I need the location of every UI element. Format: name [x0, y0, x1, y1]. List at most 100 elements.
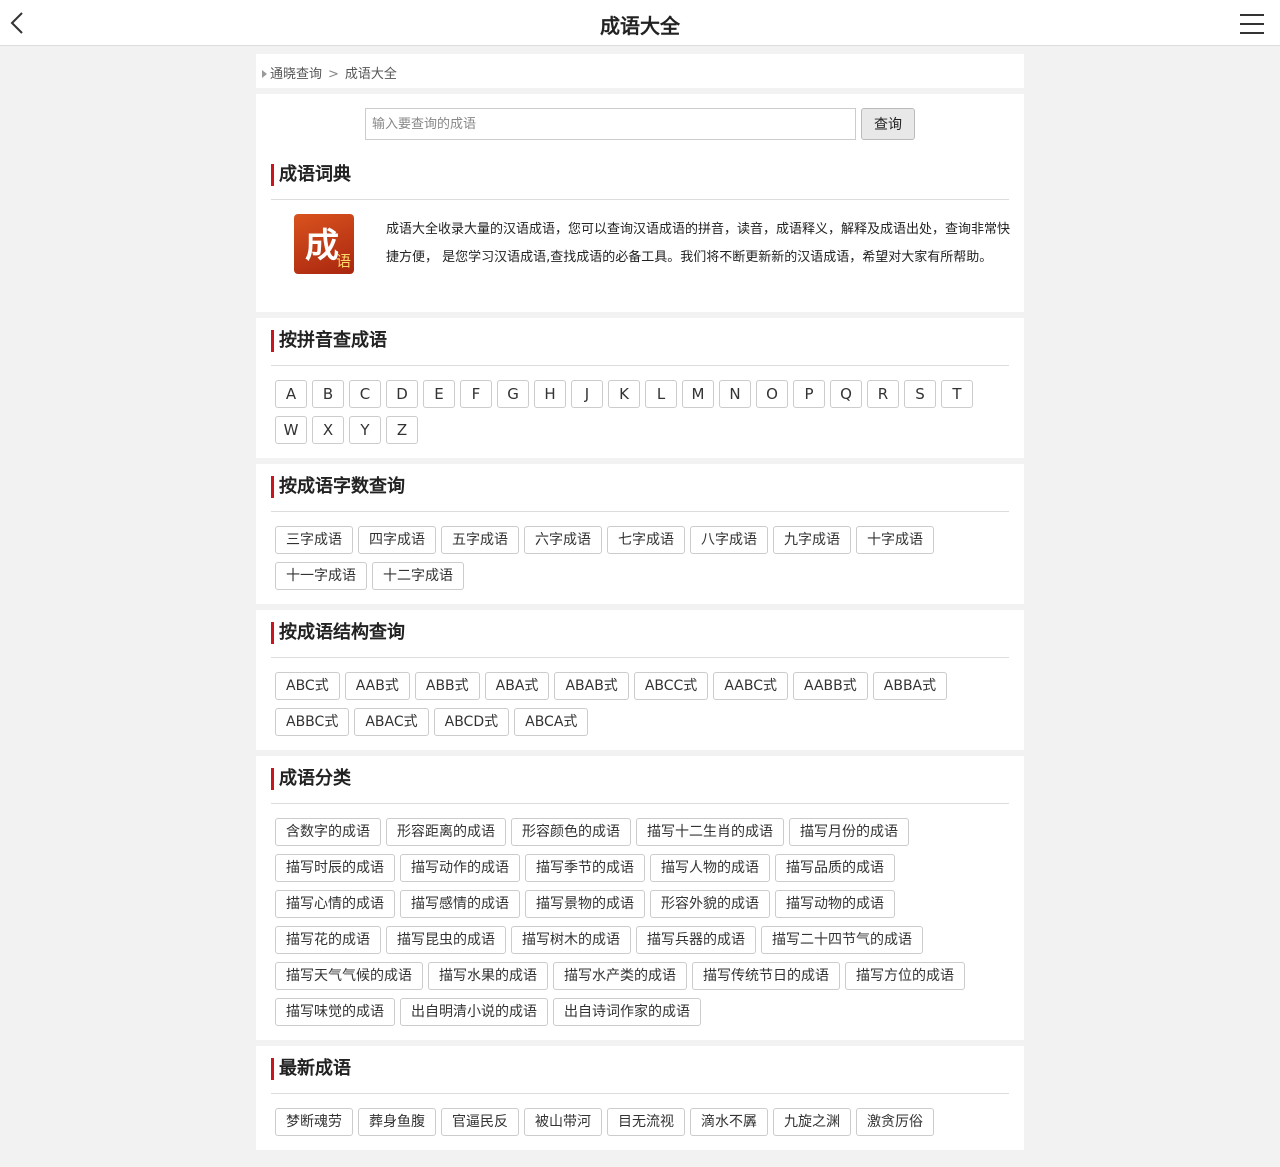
pinyin-letter-link[interactable]: L — [645, 380, 677, 408]
word-count-link[interactable]: 四字成语 — [358, 526, 436, 554]
category-link[interactable]: 描写景物的成语 — [525, 890, 645, 918]
latest-card: 最新成语 梦断魂劳 葬身鱼腹 官逼民反 被山带河 目无流视 滴水不羼 九旋之渊 激贪厉俗 — [256, 1046, 1024, 1150]
structure-link[interactable]: ABC式 — [275, 672, 340, 700]
category-link[interactable]: 形容距离的成语 — [386, 818, 506, 846]
pinyin-letter-link[interactable]: E — [423, 380, 455, 408]
pinyin-letter-link[interactable]: K — [608, 380, 640, 408]
pinyin-letter-link[interactable]: P — [793, 380, 825, 408]
structure-link[interactable]: ABCA式 — [514, 708, 589, 736]
structure-link[interactable]: ABB式 — [414, 672, 480, 700]
structure-link[interactable]: AABC式 — [713, 672, 788, 700]
latest-idiom-link[interactable]: 滴水不羼 — [690, 1108, 768, 1136]
category-link[interactable]: 描写水产类的成语 — [553, 962, 687, 990]
structure-link[interactable]: ABBA式 — [872, 672, 948, 700]
category-link[interactable]: 描写传统节日的成语 — [692, 962, 840, 990]
category-link[interactable]: 描写树木的成语 — [511, 926, 631, 954]
category-link[interactable]: 描写味觉的成语 — [275, 998, 395, 1026]
category-link[interactable]: 描写季节的成语 — [525, 854, 645, 882]
structure-link[interactable]: AABB式 — [793, 672, 868, 700]
pinyin-letter-link[interactable]: W — [275, 416, 307, 444]
pinyin-letter-link[interactable]: T — [941, 380, 973, 408]
pinyin-letter-link[interactable]: D — [386, 380, 418, 408]
category-link[interactable]: 描写昆虫的成语 — [386, 926, 506, 954]
search-card: 查询 成语词典 成 语 成语大全收录大量的汉语成语，您可以查询汉语成语的拼音，读… — [256, 94, 1024, 312]
word-count-link[interactable]: 十字成语 — [856, 526, 934, 554]
pinyin-letter-link[interactable]: O — [756, 380, 788, 408]
category-link[interactable]: 出自明清小说的成语 — [400, 998, 548, 1026]
pinyin-letter-link[interactable]: G — [497, 380, 529, 408]
latest-idiom-link[interactable]: 葬身鱼腹 — [358, 1108, 436, 1136]
category-link[interactable]: 描写动物的成语 — [775, 890, 895, 918]
structure-link[interactable]: ABAC式 — [354, 708, 429, 736]
category-link[interactable]: 描写水果的成语 — [428, 962, 548, 990]
pinyin-letter-link[interactable]: B — [312, 380, 344, 408]
word-count-link[interactable]: 六字成语 — [524, 526, 602, 554]
intro-text: 成语大全收录大量的汉语成语，您可以查询汉语成语的拼音，读音，成语释义，解释及成语… — [386, 222, 1011, 265]
structure-link[interactable]: ABBC式 — [275, 708, 350, 736]
structure-link[interactable]: ABCC式 — [633, 672, 709, 700]
latest-idiom-link[interactable]: 激贪厉俗 — [856, 1108, 934, 1136]
pinyin-letter-link[interactable]: F — [460, 380, 492, 408]
structure-link[interactable]: AAB式 — [344, 672, 410, 700]
pinyin-letter-link[interactable]: X — [312, 416, 344, 444]
latest-idiom-link[interactable]: 官逼民反 — [441, 1108, 519, 1136]
breadcrumb-current: 成语大全 — [344, 67, 397, 82]
pinyin-letter-link[interactable]: N — [719, 380, 751, 408]
category-link[interactable]: 描写时辰的成语 — [275, 854, 395, 882]
count-card: 按成语字数查询 三字成语 四字成语 五字成语 六字成语 七字成语 八字成语 九字成语 十字成语… — [256, 464, 1024, 604]
word-count-link[interactable]: 十一字成语 — [275, 562, 367, 590]
category-link[interactable]: 形容外貌的成语 — [650, 890, 770, 918]
structure-link[interactable]: ABA式 — [484, 672, 550, 700]
category-link[interactable]: 描写品质的成语 — [775, 854, 895, 882]
pinyin-letter-link[interactable]: R — [867, 380, 899, 408]
breadcrumb-home-link[interactable]: 通晓查询 — [270, 67, 322, 82]
pinyin-letter-link[interactable]: J — [571, 380, 603, 408]
category-link[interactable]: 描写二十四节气的成语 — [761, 926, 923, 954]
latest-idiom-link[interactable]: 被山带河 — [524, 1108, 602, 1136]
category-card: 成语分类 含数字的成语 形容距离的成语 形容颜色的成语 描写十二生肖的成语 描写月份的成… — [256, 756, 1024, 1040]
word-count-link[interactable]: 七字成语 — [607, 526, 685, 554]
search-input[interactable] — [365, 108, 856, 140]
latest-idiom-link[interactable]: 梦断魂劳 — [275, 1108, 353, 1136]
pinyin-letter-link[interactable]: C — [349, 380, 381, 408]
category-link[interactable]: 描写动作的成语 — [400, 854, 520, 882]
top-bar: 成语大全 — [0, 0, 1280, 46]
category-link[interactable]: 形容颜色的成语 — [511, 818, 631, 846]
pinyin-letter-link[interactable]: Z — [386, 416, 418, 444]
category-link[interactable]: 描写人物的成语 — [650, 854, 770, 882]
category-link[interactable]: 描写兵器的成语 — [636, 926, 756, 954]
section-title: 成语词典 — [271, 164, 351, 186]
category-link[interactable]: 描写十二生肖的成语 — [636, 818, 784, 846]
pinyin-letter-link[interactable]: H — [534, 380, 566, 408]
category-link[interactable]: 描写月份的成语 — [789, 818, 909, 846]
category-link[interactable]: 描写感情的成语 — [400, 890, 520, 918]
structure-card: 按成语结构查询 ABC式 AAB式 ABB式 ABA式 ABAB式 ABCC式 AABC式 A… — [256, 610, 1024, 750]
section-title: 按成语字数查询 — [271, 476, 405, 498]
structure-link[interactable]: ABAB式 — [554, 672, 629, 700]
pinyin-letter-link[interactable]: Y — [349, 416, 381, 444]
word-count-link[interactable]: 十二字成语 — [372, 562, 464, 590]
category-link[interactable]: 含数字的成语 — [275, 818, 381, 846]
category-link[interactable]: 描写方位的成语 — [845, 962, 965, 990]
word-count-link[interactable]: 三字成语 — [275, 526, 353, 554]
latest-idiom-link[interactable]: 目无流视 — [607, 1108, 685, 1136]
category-link[interactable]: 描写花的成语 — [275, 926, 381, 954]
main-content: 通晓查询 > 成语大全 查询 成语词典 成 语 成语大全收录大量的汉语成语，您可以查… — [256, 54, 1024, 1150]
latest-idiom-link[interactable]: 九旋之渊 — [773, 1108, 851, 1136]
menu-icon[interactable] — [1240, 14, 1264, 36]
word-count-link[interactable]: 八字成语 — [690, 526, 768, 554]
search-button[interactable]: 查询 — [861, 108, 915, 140]
pinyin-letter-link[interactable]: M — [682, 380, 714, 408]
pinyin-card: 按拼音查成语 A B C D E F G H J K L M N O P Q R S T W X Y Z — [256, 318, 1024, 458]
pinyin-letter-link[interactable]: Q — [830, 380, 862, 408]
pinyin-letter-link[interactable]: A — [275, 380, 307, 408]
word-count-link[interactable]: 九字成语 — [773, 526, 851, 554]
word-count-link[interactable]: 五字成语 — [441, 526, 519, 554]
category-link[interactable]: 描写天气气候的成语 — [275, 962, 423, 990]
count-list: 三字成语 四字成语 五字成语 六字成语 七字成语 八字成语 九字成语 十字成语十一字成语 十二字… — [271, 512, 1009, 604]
category-link[interactable]: 出自诗词作家的成语 — [553, 998, 701, 1026]
search-bar: 查询 — [271, 94, 1009, 152]
pinyin-letter-link[interactable]: S — [904, 380, 936, 408]
category-link[interactable]: 描写心情的成语 — [275, 890, 395, 918]
structure-link[interactable]: ABCD式 — [433, 708, 510, 736]
